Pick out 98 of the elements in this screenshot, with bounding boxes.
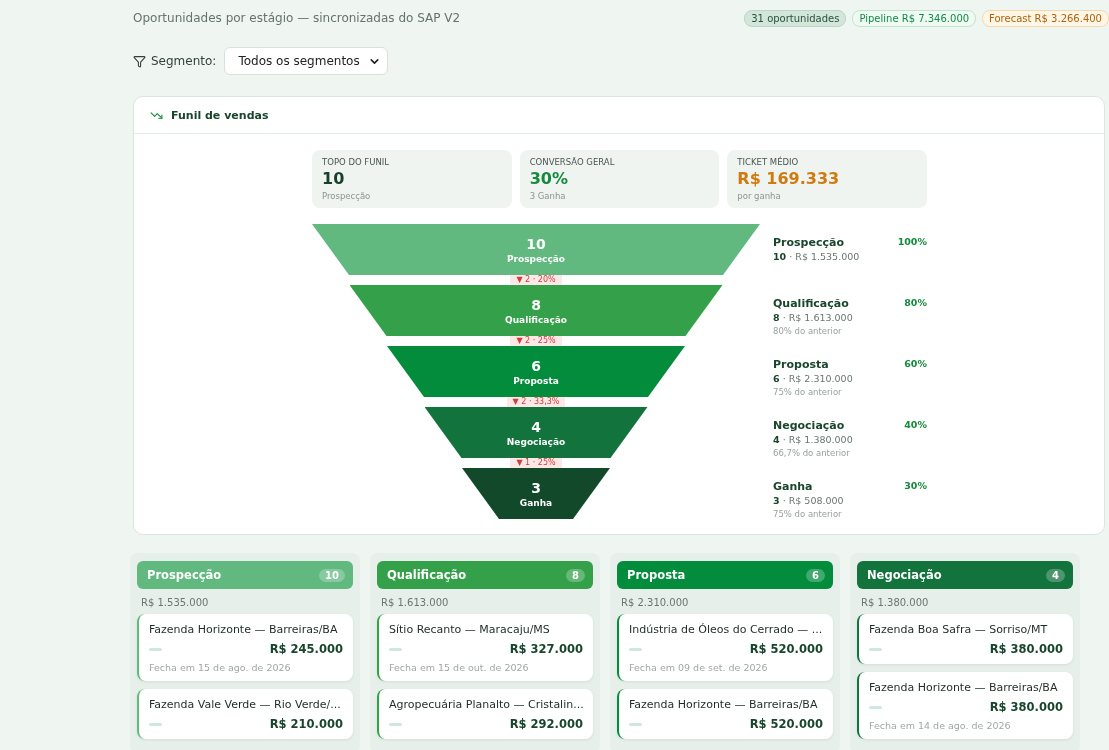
- legend-stage-name: Prospecção: [773, 236, 845, 249]
- stage-name: Prospecção: [506, 253, 566, 264]
- deal-name: Sítio Recanto — Maracaju/MS: [389, 623, 551, 636]
- tag-placeholder: [149, 647, 162, 651]
- deal-name: Fazenda Horizonte — Barreiras/BA: [869, 681, 1059, 694]
- column-title: Prospecção: [147, 568, 222, 582]
- summary-badge: Pipeline R$ 7.346.000: [852, 9, 977, 27]
- legend-share: 100%: [897, 236, 927, 249]
- legend-ratio: 66,7% do anterior: [773, 448, 851, 458]
- stat-label: TICKET MÉDIO: [737, 157, 800, 167]
- stat-note: 3 Ganha: [529, 191, 567, 201]
- close-date: Fecha em 15 de ago. de 2026: [149, 662, 292, 673]
- deal-card[interactable]: Fazenda Horizonte — Barreiras/BA R$ 520.000: [617, 689, 833, 739]
- legend-amount: 10 · R$ 1.535.000: [773, 251, 861, 262]
- stage-count: 10: [526, 235, 546, 252]
- legend-share: 40%: [904, 419, 927, 432]
- tag-placeholder: [149, 722, 162, 726]
- summary-badge: 31 oportunidades: [744, 9, 847, 27]
- deal-name: Indústria de Óleos do Cerrado — ...: [629, 623, 823, 636]
- stage-count: 4: [531, 418, 541, 435]
- stat-value: 10: [322, 169, 346, 188]
- column-count: 8: [566, 568, 585, 582]
- column-count: 10: [319, 568, 345, 582]
- close-date: Fecha em 09 de set. de 2026: [629, 662, 769, 673]
- deal-value: R$ 520.000: [749, 642, 823, 656]
- page-subtitle: Oportunidades por estágio — sincronizadas do SAP V2: [133, 11, 461, 25]
- column-total: R$ 2.310.000: [621, 597, 690, 608]
- deal-value: R$ 292.000: [509, 717, 583, 731]
- legend-stage-name: Ganha: [773, 480, 814, 493]
- tag-placeholder: [869, 647, 882, 651]
- stat-note: Prospecção: [322, 191, 372, 201]
- stage-count: 3: [531, 479, 541, 496]
- tag-placeholder: [389, 722, 402, 726]
- tag-placeholder: [629, 722, 642, 726]
- legend-amount: 8 · R$ 1.613.000: [773, 312, 854, 323]
- deal-value: R$ 520.000: [749, 717, 823, 731]
- deal-name: Fazenda Boa Safra — Sorriso/MT: [869, 623, 1049, 636]
- deal-card[interactable]: Sítio Recanto — Maracaju/MS R$ 327.000 Fecha em 15 de out. de 2026: [377, 614, 593, 681]
- column-title: Qualificação: [387, 568, 467, 582]
- drop-badge: ▼ 2 · 25%: [510, 336, 562, 346]
- deal-name: Fazenda Horizonte — Barreiras/BA: [149, 623, 339, 636]
- legend-amount: 6 · R$ 2.310.000: [773, 373, 854, 384]
- deal-value: R$ 245.000: [269, 642, 343, 656]
- legend-amount: 4 · R$ 1.380.000: [773, 434, 854, 445]
- stage-name: Proposta: [513, 375, 559, 386]
- stage-count: 8: [531, 296, 541, 313]
- drop-badge: ▼ 1 · 25%: [510, 458, 562, 468]
- deal-card[interactable]: Fazenda Horizonte — Barreiras/BA R$ 380.000 Fecha em 14 de ago. de 2026: [857, 672, 1073, 739]
- drop-badge: ▼ 2 · 20%: [510, 275, 562, 285]
- deal-card[interactable]: Fazenda Horizonte — Barreiras/BA R$ 245.000 Fecha em 15 de ago. de 2026: [137, 614, 353, 681]
- deal-card[interactable]: Fazenda Vale Verde — Rio Verde/... R$ 210.000: [137, 689, 353, 739]
- filter-label: Segmento:: [151, 54, 217, 68]
- tag-placeholder: [389, 647, 402, 651]
- filter-icon: [133, 54, 146, 68]
- deal-value: R$ 380.000: [989, 642, 1063, 656]
- column-title: Proposta: [627, 568, 686, 582]
- stat-value: 30%: [529, 169, 569, 188]
- deal-name: Agropecuária Planalto — Cristalin...: [389, 698, 583, 711]
- deal-card[interactable]: Fazenda Boa Safra — Sorriso/MT R$ 380.000: [857, 614, 1073, 664]
- legend-ratio: 75% do anterior: [773, 387, 843, 397]
- legend-stage-name: Qualificação: [773, 297, 850, 310]
- close-date: Fecha em 15 de out. de 2026: [389, 662, 530, 673]
- deal-name: Fazenda Horizonte — Barreiras/BA: [629, 698, 819, 711]
- close-date: Fecha em 14 de ago. de 2026: [869, 720, 1012, 731]
- summary-badge: Forecast R$ 3.266.400: [982, 9, 1109, 27]
- legend-share: 60%: [904, 358, 927, 371]
- legend-ratio: 80% do anterior: [773, 326, 843, 336]
- legend-stage-name: Proposta: [773, 358, 830, 371]
- stage-name: Qualificação: [505, 314, 567, 325]
- tag-placeholder: [869, 705, 882, 709]
- legend-share: 80%: [904, 297, 927, 310]
- drop-badge: ▼ 2 · 33,3%: [506, 397, 566, 407]
- legend-ratio: 75% do anterior: [773, 509, 843, 519]
- stage-name: Negociação: [506, 436, 566, 447]
- legend-stage-name: Negociação: [773, 419, 846, 432]
- deal-card[interactable]: Agropecuária Planalto — Cristalin... R$ 292.000: [377, 689, 593, 739]
- stage-name: Ganha: [519, 497, 553, 508]
- segment-select[interactable]: Todos os segmentos: [224, 47, 388, 75]
- deal-value: R$ 210.000: [269, 717, 343, 731]
- legend-amount: 3 · R$ 508.000: [773, 495, 845, 506]
- deal-name: Fazenda Vale Verde — Rio Verde/...: [149, 698, 342, 711]
- tag-placeholder: [629, 647, 642, 651]
- deal-value: R$ 380.000: [989, 700, 1063, 714]
- column-total: R$ 1.613.000: [381, 597, 450, 608]
- column-title: Negociação: [867, 568, 942, 582]
- column-total: R$ 1.535.000: [141, 597, 210, 608]
- stat-label: TOPO DO FUNIL: [322, 157, 391, 167]
- stage-count: 6: [531, 357, 541, 374]
- column-total: R$ 1.380.000: [861, 597, 930, 608]
- stat-value: R$ 169.333: [737, 169, 841, 188]
- column-count: 6: [806, 568, 825, 582]
- stat-note: por ganha: [737, 191, 782, 201]
- deal-card[interactable]: Indústria de Óleos do Cerrado — ... R$ 520.000 Fecha em 09 de set. de 2026: [617, 614, 833, 681]
- deal-value: R$ 327.000: [509, 642, 583, 656]
- column-count: 4: [1046, 568, 1065, 582]
- legend-share: 30%: [904, 480, 927, 493]
- stat-label: CONVERSÃO GERAL: [529, 157, 616, 167]
- card-title: Funil de vendas: [171, 108, 269, 122]
